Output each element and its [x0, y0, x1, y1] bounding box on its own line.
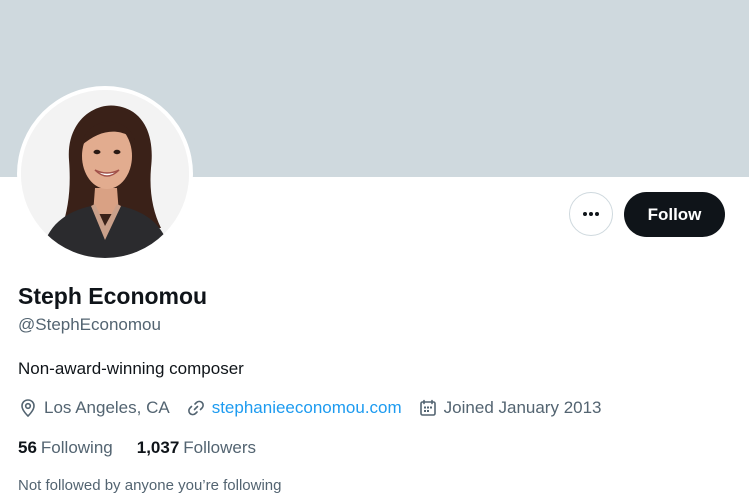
profile-bio: Non-award-winning composer: [18, 359, 244, 378]
follow-button[interactable]: Follow: [624, 192, 725, 237]
more-options-button[interactable]: [569, 192, 613, 236]
following-count: 56: [18, 438, 37, 457]
following-label: Following: [40, 438, 113, 457]
followers-count: 1,037: [136, 438, 180, 457]
ellipsis-icon: [583, 212, 599, 216]
avatar-image: [21, 90, 189, 258]
profile-stats: 56 Following 1,037 Followers: [18, 438, 280, 458]
joined-item: Joined January 2013: [418, 398, 602, 418]
joined-text: Joined January 2013: [443, 398, 602, 417]
avatar[interactable]: [17, 86, 193, 262]
profile-name: Steph Economou: [18, 283, 208, 309]
location-text: Los Angeles, CA: [44, 398, 170, 417]
mutual-followers-note: Not followed by anyone you’re following: [18, 477, 282, 494]
website-link[interactable]: stephanieeconomou.com: [212, 398, 402, 418]
following-link[interactable]: 56 Following: [18, 438, 113, 458]
location-item: Los Angeles, CA: [18, 398, 170, 418]
profile-meta: Los Angeles, CA stephanieeconomou.com Jo…: [18, 396, 618, 420]
website-item[interactable]: stephanieeconomou.com: [186, 398, 402, 418]
calendar-icon: [419, 399, 436, 416]
location-pin-icon: [21, 399, 35, 418]
link-icon: [187, 400, 204, 416]
followers-link[interactable]: 1,037 Followers: [137, 438, 256, 458]
profile-handle: @StephEconomou: [18, 315, 161, 334]
followers-label: Followers: [183, 438, 257, 457]
